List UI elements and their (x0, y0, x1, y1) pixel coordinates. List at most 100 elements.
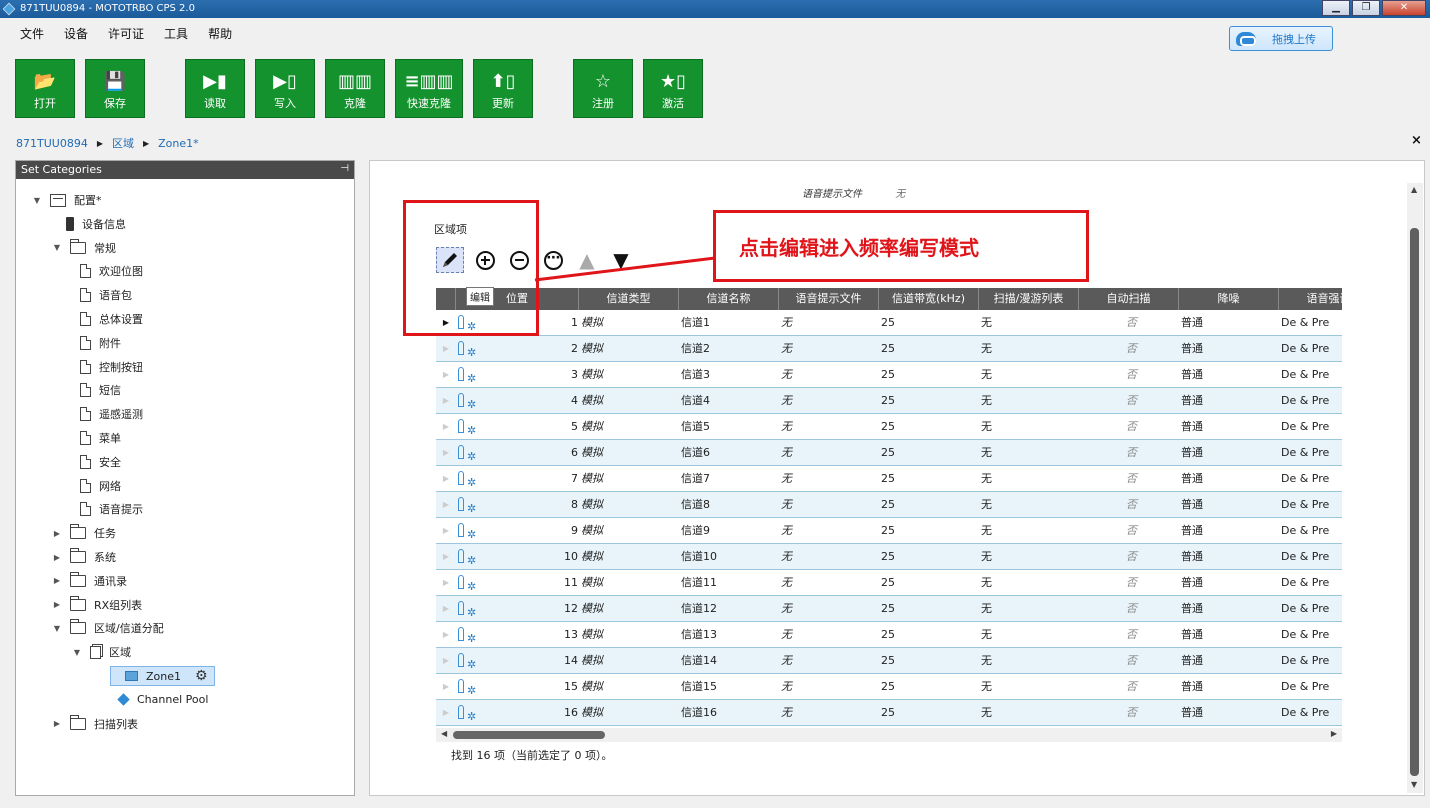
table-row[interactable]: ▶ ✲ 16 模拟 信道16 无 25 无 否 普通 De & Pre (436, 700, 1342, 726)
register-button[interactable]: ☆ 注册 (573, 59, 633, 118)
expand-arrow-icon[interactable]: ▶ (52, 553, 62, 562)
scroll-down-icon[interactable]: ▼ (1411, 780, 1417, 789)
table-row[interactable]: ▶ ✲ 5 模拟 信道5 无 25 无 否 普通 De & Pre (436, 414, 1342, 440)
header-channel-name[interactable]: 信道名称 (679, 288, 779, 310)
table-row[interactable]: ▶ ✲ 8 模拟 信道8 无 25 无 否 普通 De & Pre (436, 492, 1342, 518)
row-marker-icon[interactable]: ▶ (436, 492, 456, 518)
maximize-button[interactable]: ❐ (1352, 0, 1380, 16)
scroll-right-icon[interactable]: ▶ (1331, 729, 1337, 738)
row-marker-icon[interactable]: ▶ (436, 700, 456, 726)
tree-item[interactable]: 网络 (72, 476, 121, 496)
menu-tools[interactable]: 工具 (156, 22, 200, 42)
tree-item[interactable]: ▶ 任务 (52, 523, 116, 543)
table-row[interactable]: ▶ ✲ 9 模拟 信道9 无 25 无 否 普通 De & Pre (436, 518, 1342, 544)
table-row[interactable]: ▶ ✲ 15 模拟 信道15 无 25 无 否 普通 De & Pre (436, 674, 1342, 700)
update-button[interactable]: ⬆▯ 更新 (473, 59, 533, 118)
menu-device[interactable]: 设备 (56, 22, 100, 42)
table-row[interactable]: ▶ ✲ 12 模拟 信道12 无 25 无 否 普通 De & Pre (436, 596, 1342, 622)
scroll-left-icon[interactable]: ◀ (441, 729, 447, 738)
tree-item[interactable]: ▼ 区域/信道分配 (52, 618, 164, 638)
menu-help[interactable]: 帮助 (200, 22, 244, 42)
row-marker-icon[interactable]: ▶ (436, 544, 456, 570)
tree-item[interactable]: ▶ 系统 (52, 547, 116, 567)
table-row[interactable]: ▶ ✲ 11 模拟 信道11 无 25 无 否 普通 De & Pre (436, 570, 1342, 596)
header-noise-reduction[interactable]: 降噪 (1179, 288, 1279, 310)
header-channel-type[interactable]: 信道类型 (579, 288, 679, 310)
table-row[interactable]: ▶ ✲ 6 模拟 信道6 无 25 无 否 普通 De & Pre (436, 440, 1342, 466)
table-row[interactable]: ▶ ✲ 1 模拟 信道1 无 25 无否普通 De & Pre (436, 310, 1342, 336)
menu-file[interactable]: 文件 (0, 22, 56, 42)
row-marker-icon[interactable]: ▶ (436, 596, 456, 622)
tree-item[interactable]: 附件 (72, 333, 121, 353)
tree-item[interactable]: Channel Pool (110, 690, 208, 710)
breadcrumb-zones[interactable]: 区域 (112, 135, 134, 151)
collapse-arrow-icon[interactable]: ▼ (32, 196, 42, 205)
table-row[interactable]: ▶ ✲ 2 模拟 信道2 无 25 无 否 普通 De & Pre (436, 336, 1342, 362)
collapse-arrow-icon[interactable]: ▼ (52, 243, 62, 252)
write-button[interactable]: ▶▯ 写入 (255, 59, 315, 118)
horizontal-scrollbar[interactable]: ◀ ▶ (436, 728, 1342, 742)
row-marker-icon[interactable]: ▶ (436, 388, 456, 414)
row-marker-icon[interactable]: ▶ (436, 570, 456, 596)
horizontal-scroll-thumb[interactable] (453, 731, 605, 739)
breadcrumb-zone1[interactable]: Zone1* (158, 137, 199, 150)
row-marker-icon[interactable]: ▶ (436, 674, 456, 700)
tree-item[interactable]: 总体设置 (72, 309, 143, 329)
row-marker-icon[interactable]: ▶ (436, 362, 456, 388)
header-scan-list[interactable]: 扫描/漫游列表 (979, 288, 1079, 310)
voice-file-value[interactable]: 无 (895, 189, 905, 200)
breadcrumb-device[interactable]: 871TUU0894 (16, 137, 88, 150)
table-row[interactable]: ▶ ✲ 13 模拟 信道13 无 25 无 否 普通 De & Pre (436, 622, 1342, 648)
table-row[interactable]: ▶ ✲ 4 模拟 信道4 无 25 无 否 普通 De & Pre (436, 388, 1342, 414)
tree-item[interactable]: 语音包 (72, 285, 132, 305)
table-row[interactable]: ▶ ✲ 14 模拟 信道14 无 25 无 否 普通 De & Pre (436, 648, 1342, 674)
drag-upload-button[interactable]: 拖拽上传 (1229, 26, 1333, 51)
expand-arrow-icon[interactable]: ▶ (52, 600, 62, 609)
tree-item[interactable]: ▼ 配置* (32, 190, 102, 210)
tree-item[interactable]: Zone1 ⚙ (110, 666, 215, 686)
fast-clone-button[interactable]: ≡▥▥ 快速克隆 (395, 59, 463, 118)
collapse-arrow-icon[interactable]: ▼ (72, 648, 82, 657)
gear-icon[interactable]: ⚙ (195, 668, 208, 684)
minimize-button[interactable]: ▁ (1322, 0, 1350, 16)
tree-item[interactable]: 语音提示 (72, 499, 143, 519)
save-button[interactable]: 💾 保存 (85, 59, 145, 118)
tree-item[interactable]: 安全 (72, 452, 121, 472)
expand-arrow-icon[interactable]: ▶ (52, 529, 62, 538)
pin-icon[interactable]: ⊣ (340, 163, 349, 174)
table-row[interactable]: ▶ ✲ 3 模拟 信道3 无 25 无 否 普通 De & Pre (436, 362, 1342, 388)
row-marker-icon[interactable]: ▶ (436, 414, 456, 440)
header-emphasis[interactable]: 语音强调 (1279, 288, 1343, 310)
clone-button[interactable]: ▥▥ 克隆 (325, 59, 385, 118)
tree-item[interactable]: ▼ 区域 (72, 642, 131, 662)
row-marker-icon[interactable]: ▶ (436, 518, 456, 544)
tree-item[interactable]: 遥感遥测 (72, 404, 143, 424)
tree-item[interactable]: 设备信息 (58, 214, 126, 234)
row-marker-icon[interactable]: ▶ (436, 440, 456, 466)
activate-button[interactable]: ★▯ 激活 (643, 59, 703, 118)
tree-item[interactable]: ▶ 通讯录 (52, 571, 127, 591)
scroll-thumb[interactable] (1410, 228, 1419, 776)
tree-item[interactable]: 短信 (72, 380, 121, 400)
tree-item[interactable]: ▼ 常规 (52, 238, 116, 258)
menu-license[interactable]: 许可证 (100, 22, 156, 42)
read-button[interactable]: ▶▮ 读取 (185, 59, 245, 118)
row-marker-icon[interactable]: ▶ (436, 466, 456, 492)
open-button[interactable]: 📂 打开 (15, 59, 75, 118)
tree-item[interactable]: 欢迎位图 (72, 261, 143, 281)
expand-arrow-icon[interactable]: ▶ (52, 719, 62, 728)
tree-item[interactable]: 菜单 (72, 428, 121, 448)
row-marker-icon[interactable]: ▶ (436, 622, 456, 648)
row-marker-icon[interactable]: ▶ (436, 336, 456, 362)
vertical-scrollbar[interactable]: ▲ ▼ (1407, 183, 1423, 793)
table-row[interactable]: ▶ ✲ 7 模拟 信道7 无 25 无 否 普通 De & Pre (436, 466, 1342, 492)
tree-item[interactable]: 控制按钮 (72, 357, 143, 377)
close-window-button[interactable]: ✕ (1382, 0, 1426, 16)
tree-item[interactable]: ▶ 扫描列表 (52, 714, 138, 734)
header-voice-file[interactable]: 语音提示文件 (779, 288, 879, 310)
tree-item[interactable]: ▶ RX组列表 (52, 595, 142, 615)
row-marker-icon[interactable]: ▶ (436, 648, 456, 674)
scroll-up-icon[interactable]: ▲ (1411, 185, 1417, 194)
close-tab-icon[interactable]: × (1411, 133, 1422, 148)
expand-arrow-icon[interactable]: ▶ (52, 576, 62, 585)
